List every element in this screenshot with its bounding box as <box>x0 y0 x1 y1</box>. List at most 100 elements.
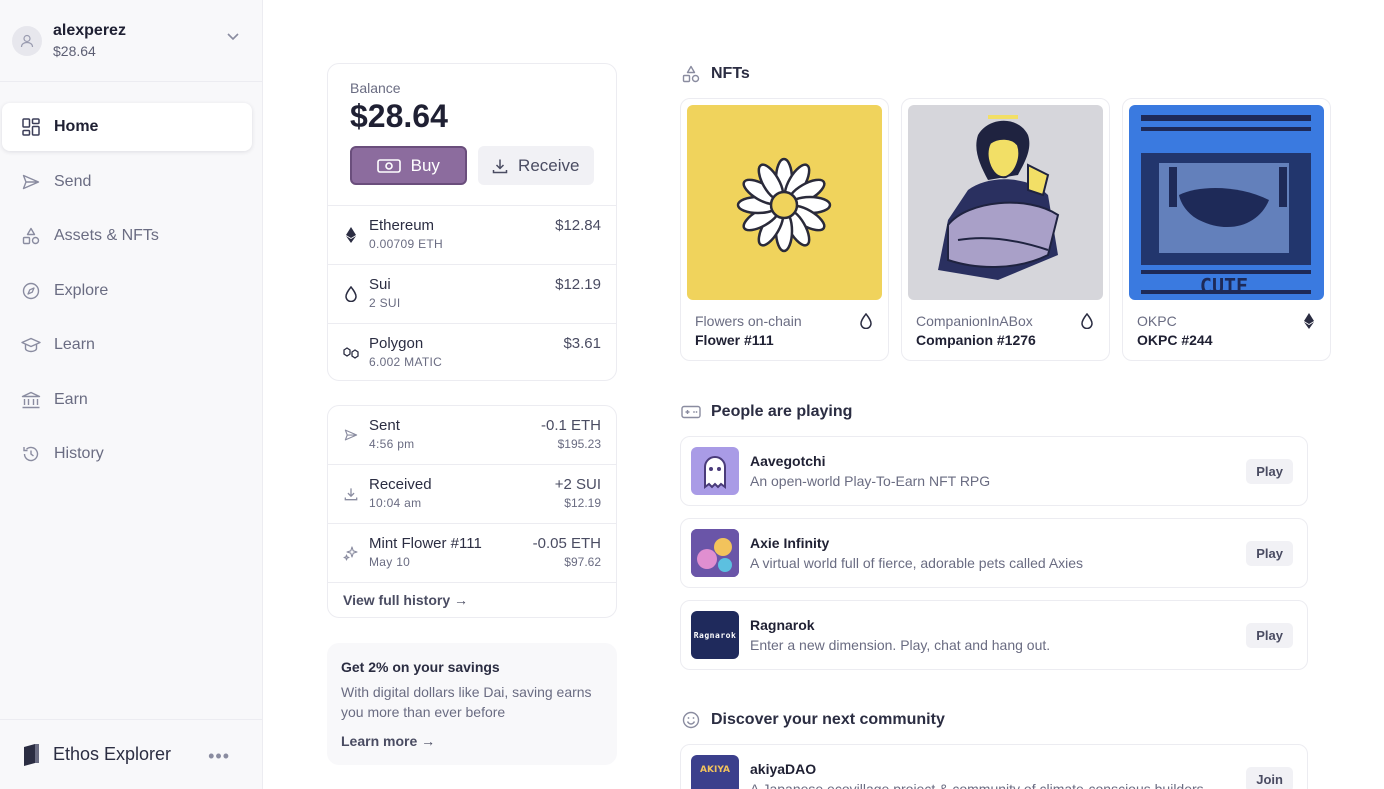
game-description: A virtual world full of fierce, adorable… <box>750 555 1084 571</box>
ethereum-icon <box>1304 313 1314 334</box>
community-thumbnail: AKIYA <box>691 755 739 789</box>
activity-title: Sent <box>369 417 400 434</box>
sui-icon <box>1081 312 1093 334</box>
ragnarok-logo-text: Ragnarok <box>693 630 737 640</box>
community-section-title: Discover your next community <box>681 710 945 730</box>
asset-name: Sui <box>369 276 391 293</box>
graduation-cap-icon <box>20 334 42 356</box>
promo-description: With digital dollars like Dai, saving ea… <box>341 684 592 720</box>
activity-value: $12.19 <box>564 496 601 510</box>
sidebar-footer: Ethos Explorer ••• <box>0 719 262 789</box>
game-row-ragnarok[interactable]: Ragnarok Ragnarok Enter a new dimension.… <box>680 600 1308 670</box>
account-switcher[interactable]: alexperez $28.64 <box>0 0 262 82</box>
nft-card-flower[interactable]: Flowers on-chain Flower #111 <box>680 98 889 361</box>
nft-name: OKPC #244 <box>1137 332 1213 348</box>
activity-time: May 10 <box>369 555 411 569</box>
footer-label: Ethos Explorer <box>53 744 172 764</box>
nft-card-companion[interactable]: CompanionInABox Companion #1276 <box>901 98 1110 361</box>
view-full-history-link[interactable]: View full history → <box>328 583 616 617</box>
nft-collection: CompanionInABox <box>916 313 1033 329</box>
community-row-akiyadao[interactable]: AKIYA akiyaDAO A Japanese ecovillage pro… <box>680 744 1308 789</box>
balance-card: Balance $28.64 Buy Receive Ethereum 0.007… <box>327 63 617 381</box>
play-button[interactable]: Play <box>1246 623 1293 648</box>
activity-title: Mint Flower #111 <box>369 535 482 552</box>
download-icon <box>492 159 508 173</box>
asset-name: Ethereum <box>369 217 435 234</box>
receive-button[interactable]: Receive <box>477 146 594 185</box>
activity-time: 4:56 pm <box>369 437 415 451</box>
asset-value: $12.19 <box>555 276 601 293</box>
learn-more-link[interactable]: Learn more → <box>341 733 603 749</box>
bank-icon <box>20 389 42 411</box>
polygon-icon <box>343 343 359 363</box>
sidebar-item-label: Assets & NFTs <box>54 227 159 244</box>
game-name: Ragnarok <box>750 617 815 633</box>
okpc-art-text: CUTE <box>1200 274 1248 298</box>
sui-icon <box>860 312 872 334</box>
game-description: An open-world Play-To-Earn NFT RPG <box>750 473 991 489</box>
play-button[interactable]: Play <box>1246 459 1293 484</box>
nft-image: CUTE <box>1129 105 1324 300</box>
game-thumbnail <box>691 529 739 577</box>
asset-value: $12.84 <box>555 217 601 234</box>
nft-name: Companion #1276 <box>916 332 1036 348</box>
sidebar-item-label: Home <box>54 118 99 135</box>
more-options-icon[interactable]: ••• <box>208 746 230 767</box>
game-description: Enter a new dimension. Play, chat and ha… <box>750 637 1051 653</box>
asset-row-sui[interactable]: Sui 2 SUI $12.19 <box>328 265 616 324</box>
compass-icon <box>20 280 42 302</box>
account-balance: $28.64 <box>53 43 96 59</box>
balance-label: Balance <box>350 80 401 96</box>
community-description: A Japanese ecovillage project & communit… <box>750 781 1204 789</box>
asset-row-polygon[interactable]: Polygon 6.002 MATIC $3.61 <box>328 324 616 380</box>
nft-card-okpc[interactable]: CUTE OKPC OKPC #244 <box>1122 98 1331 361</box>
akiya-logo-text: AKIYA <box>700 765 730 775</box>
smile-icon <box>681 710 701 730</box>
sidebar-item-send[interactable]: Send <box>2 158 252 206</box>
activity-title: Received <box>369 476 432 493</box>
sui-icon <box>343 284 359 304</box>
asset-value: $3.61 <box>563 335 601 352</box>
game-row-aavegotchi[interactable]: Aavegotchi An open-world Play-To-Earn NF… <box>680 436 1308 506</box>
sidebar-item-label: History <box>54 445 104 462</box>
game-name: Aavegotchi <box>750 453 826 469</box>
activity-row-received[interactable]: Received 10:04 am +2 SUI $12.19 <box>328 465 616 524</box>
savings-promo: Get 2% on your savings With digital doll… <box>327 643 617 765</box>
play-button[interactable]: Play <box>1246 541 1293 566</box>
game-name: Axie Infinity <box>750 535 830 551</box>
asset-amount: 6.002 MATIC <box>369 355 443 369</box>
nft-image <box>908 105 1103 300</box>
activity-amount: -0.05 ETH <box>532 535 601 552</box>
asset-row-ethereum[interactable]: Ethereum 0.00709 ETH $12.84 <box>328 206 616 265</box>
activity-card: Sent 4:56 pm -0.1 ETH $195.23 Received 10:0… <box>327 405 617 618</box>
sidebar-item-history[interactable]: History <box>2 430 252 478</box>
activity-row-sent[interactable]: Sent 4:56 pm -0.1 ETH $195.23 <box>328 406 616 465</box>
section-title-label: Discover your next community <box>711 711 945 728</box>
sidebar-item-earn[interactable]: Earn <box>2 376 252 424</box>
community-name: akiyaDAO <box>750 761 817 777</box>
games-section-title: People are playing <box>681 402 852 422</box>
account-name: alexperez <box>53 22 126 39</box>
activity-value: $97.62 <box>564 555 601 569</box>
promo-title: Get 2% on your savings <box>341 659 500 675</box>
sidebar-item-learn[interactable]: Learn <box>2 321 252 369</box>
send-icon <box>20 171 42 193</box>
sidebar-item-home[interactable]: Home <box>2 103 252 151</box>
nft-collection: Flowers on-chain <box>695 313 802 329</box>
asset-name: Polygon <box>369 335 424 352</box>
section-title-label: People are playing <box>711 403 853 420</box>
section-title-label: NFTs <box>711 65 750 82</box>
home-grid-icon <box>20 116 42 138</box>
activity-amount: +2 SUI <box>554 476 601 493</box>
buy-button[interactable]: Buy <box>350 146 467 185</box>
chevron-down-icon[interactable] <box>226 32 240 42</box>
avatar <box>12 25 42 56</box>
sidebar-item-assets[interactable]: Assets & NFTs <box>2 212 252 260</box>
game-row-axie[interactable]: Axie Infinity A virtual world full of fi… <box>680 518 1308 588</box>
sidebar-item-label: Explore <box>54 281 109 299</box>
nft-name: Flower #111 <box>695 332 774 348</box>
activity-row-mint[interactable]: Mint Flower #111 May 10 -0.05 ETH $97.62 <box>328 524 616 583</box>
download-icon <box>343 484 359 504</box>
sidebar-item-explore[interactable]: Explore <box>2 267 252 315</box>
join-button[interactable]: Join <box>1246 767 1293 789</box>
